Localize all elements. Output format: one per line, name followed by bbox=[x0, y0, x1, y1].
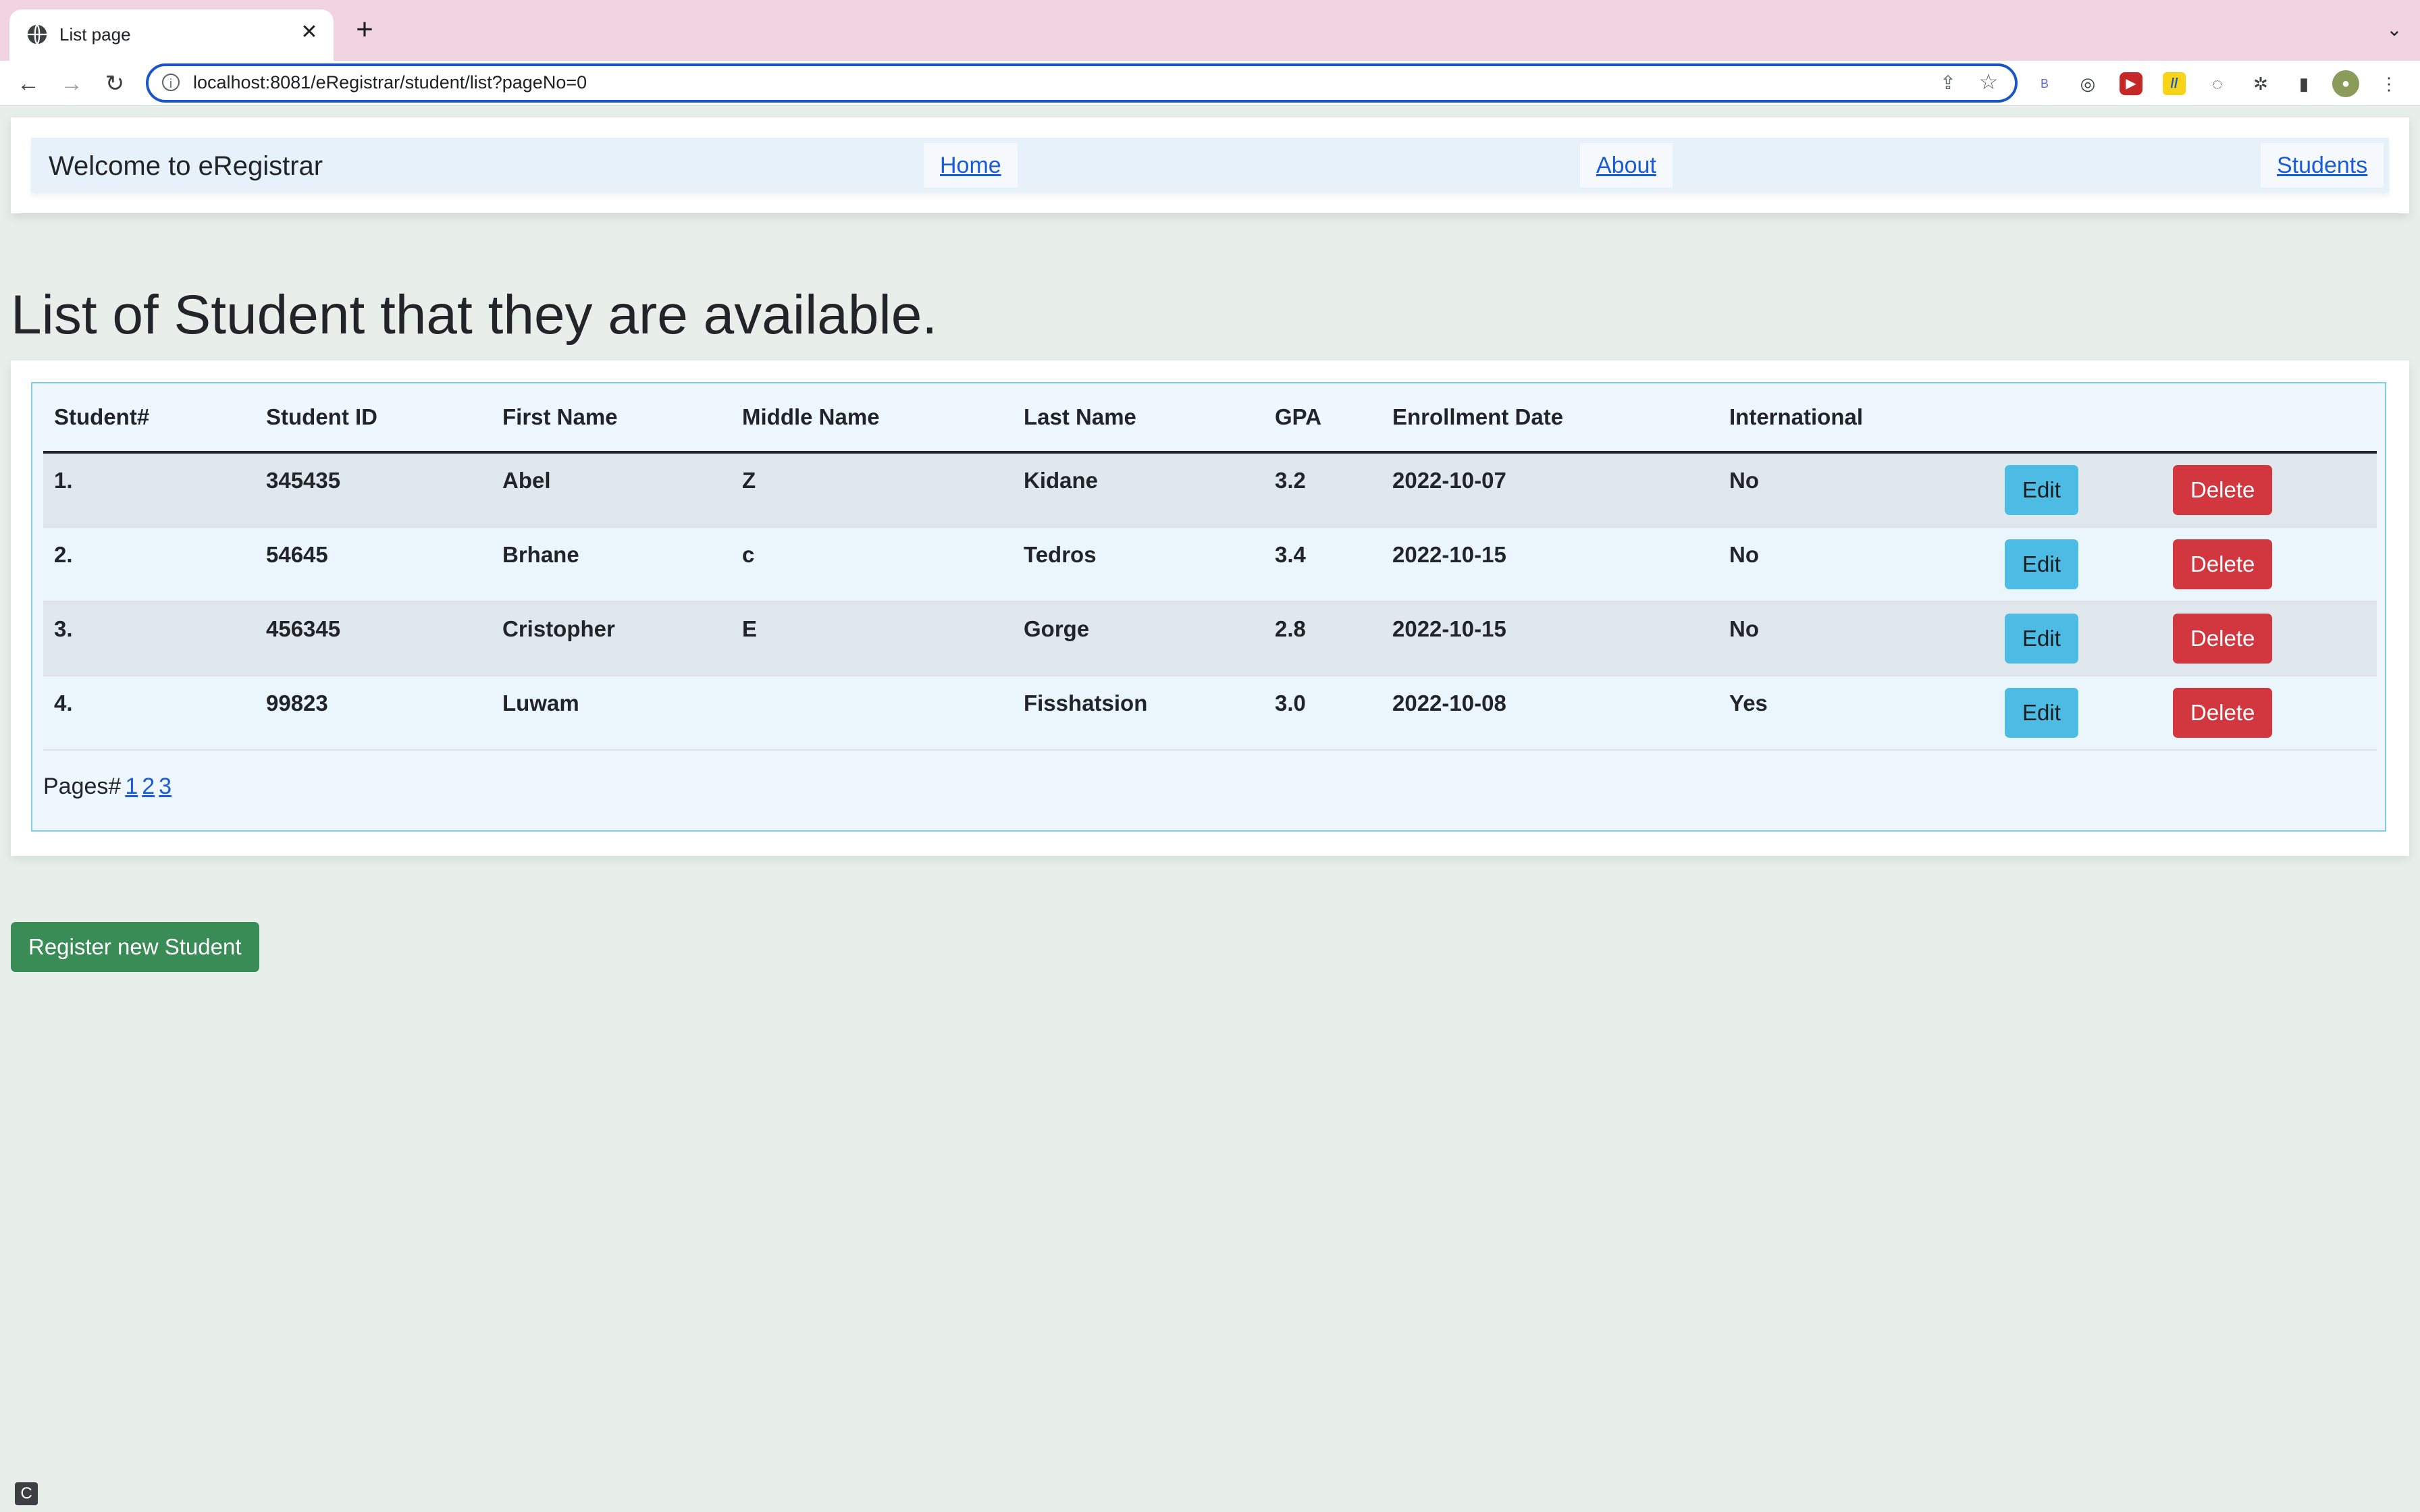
column-header-last-name: Last Name bbox=[1013, 383, 1264, 454]
forward-arrow-icon[interactable]: → bbox=[57, 69, 86, 99]
column-header-international: International bbox=[1718, 383, 1994, 454]
back-arrow-icon[interactable]: ← bbox=[14, 69, 43, 99]
address-bar[interactable]: i localhost:8081/eRegistrar/student/list… bbox=[146, 63, 2018, 103]
puzzle-icon[interactable]: ✲ bbox=[2247, 70, 2274, 97]
edit-button[interactable]: Edit bbox=[2005, 614, 2078, 664]
browser-toolbar: ← → ↻ i localhost:8081/eRegistrar/studen… bbox=[0, 61, 2420, 106]
sidebar-icon[interactable]: ▮ bbox=[2290, 70, 2317, 97]
table-header-row: Student# Student ID First Name Middle Na… bbox=[43, 383, 2377, 454]
nav-link-students[interactable]: Students bbox=[2261, 143, 2384, 188]
page-link-2[interactable]: 2 bbox=[142, 774, 155, 799]
nav-card: Welcome to eRegistrar Home About Student… bbox=[11, 117, 2409, 213]
column-header-delete bbox=[2162, 383, 2377, 454]
page-title: List of Student that they are available. bbox=[11, 284, 938, 346]
cell-middle-name: E bbox=[742, 616, 758, 641]
cell-last-name: Fisshatsion bbox=[1024, 691, 1148, 716]
cell-enrollment-date: 2022-10-08 bbox=[1392, 691, 1506, 716]
delete-button[interactable]: Delete bbox=[2173, 688, 2273, 738]
profile-avatar[interactable]: ● bbox=[2332, 70, 2359, 97]
edit-button[interactable]: Edit bbox=[2005, 539, 2078, 589]
cell-middle-name: Z bbox=[742, 468, 756, 493]
edit-button[interactable]: Edit bbox=[2005, 465, 2078, 515]
cell-student-id: 456345 bbox=[266, 616, 341, 641]
extension-play-icon[interactable]: ▶ bbox=[2120, 72, 2142, 95]
cell-gpa: 3.2 bbox=[1275, 468, 1306, 493]
column-header-middle-name: Middle Name bbox=[731, 383, 1013, 454]
browser-tab[interactable]: List page ✕ bbox=[9, 9, 334, 61]
cell-student-num: 4. bbox=[54, 691, 73, 716]
close-tab-icon[interactable]: ✕ bbox=[296, 19, 323, 46]
cell-enrollment-date: 2022-10-07 bbox=[1392, 468, 1506, 493]
nav-link-home[interactable]: Home bbox=[924, 143, 1018, 188]
edit-button[interactable]: Edit bbox=[2005, 688, 2078, 738]
cell-student-id: 99823 bbox=[266, 691, 328, 716]
share-icon[interactable]: ⇪ bbox=[1937, 72, 1959, 94]
cell-gpa: 2.8 bbox=[1275, 616, 1306, 641]
cell-middle-name: c bbox=[742, 542, 755, 567]
students-table: Student# Student ID First Name Middle Na… bbox=[43, 383, 2377, 751]
cell-last-name: Tedros bbox=[1024, 542, 1097, 567]
cell-first-name: Brhane bbox=[502, 542, 579, 567]
cell-student-id: 54645 bbox=[266, 542, 328, 567]
cell-enrollment-date: 2022-10-15 bbox=[1392, 616, 1506, 641]
table-card: Student# Student ID First Name Middle Na… bbox=[11, 360, 2409, 856]
star-icon[interactable]: ☆ bbox=[1977, 70, 2000, 93]
delete-button[interactable]: Delete bbox=[2173, 539, 2273, 589]
cell-gpa: 3.4 bbox=[1275, 542, 1306, 567]
column-header-first-name: First Name bbox=[492, 383, 731, 454]
cell-international: No bbox=[1729, 616, 1759, 641]
pagination: Pages# 1 2 3 bbox=[43, 774, 172, 800]
cell-first-name: Luwam bbox=[502, 691, 579, 716]
extension-corner-icon[interactable]: C bbox=[15, 1482, 38, 1505]
chevron-down-icon[interactable]: ⌄ bbox=[2381, 16, 2408, 43]
tab-title: List page bbox=[59, 24, 131, 45]
brand-title: Welcome to eRegistrar bbox=[49, 151, 323, 181]
column-header-enrollment-date: Enrollment Date bbox=[1382, 383, 1718, 454]
column-header-student-num: Student# bbox=[43, 383, 255, 454]
cell-gpa: 3.0 bbox=[1275, 691, 1306, 716]
table-row: 4. 99823 Luwam Fisshatsion 3.0 2022-10-0… bbox=[43, 676, 2377, 751]
cell-student-num: 1. bbox=[54, 468, 73, 493]
cell-student-id: 345435 bbox=[266, 468, 341, 493]
cell-international: No bbox=[1729, 542, 1759, 567]
extension-circle-icon[interactable]: ◎ bbox=[2074, 70, 2101, 97]
table-row: 2. 54645 Brhane c Tedros 3.4 2022-10-15 … bbox=[43, 527, 2377, 602]
extension-sync-icon[interactable]: ◌ bbox=[2204, 70, 2231, 97]
pagination-label: Pages# bbox=[43, 774, 122, 799]
extension-b-icon[interactable]: B bbox=[2031, 70, 2058, 97]
menu-dots-icon[interactable]: ⋮ bbox=[2375, 70, 2402, 97]
new-tab-icon[interactable]: + bbox=[350, 15, 379, 46]
cell-international: Yes bbox=[1729, 691, 1768, 716]
page-link-1[interactable]: 1 bbox=[125, 774, 138, 799]
site-navbar: Welcome to eRegistrar Home About Student… bbox=[31, 138, 2389, 193]
cell-last-name: Gorge bbox=[1024, 616, 1090, 641]
nav-link-about[interactable]: About bbox=[1580, 143, 1673, 188]
delete-button[interactable]: Delete bbox=[2173, 465, 2273, 515]
cell-student-num: 3. bbox=[54, 616, 73, 641]
table-row: 1. 345435 Abel Z Kidane 3.2 2022-10-07 N… bbox=[43, 452, 2377, 528]
cell-student-num: 2. bbox=[54, 542, 73, 567]
delete-button[interactable]: Delete bbox=[2173, 614, 2273, 664]
table-row: 3. 456345 Cristopher E Gorge 2.8 2022-10… bbox=[43, 601, 2377, 676]
column-header-edit bbox=[1994, 383, 2162, 454]
globe-icon bbox=[27, 24, 47, 45]
cell-first-name: Cristopher bbox=[502, 616, 615, 641]
cell-international: No bbox=[1729, 468, 1759, 493]
column-header-gpa: GPA bbox=[1264, 383, 1382, 454]
cell-last-name: Kidane bbox=[1024, 468, 1099, 493]
register-new-student-button[interactable]: Register new Student bbox=[11, 922, 259, 972]
extension-note-icon[interactable]: // bbox=[2163, 72, 2186, 95]
url-text[interactable]: localhost:8081/eRegistrar/student/list?p… bbox=[193, 72, 587, 93]
cell-first-name: Abel bbox=[502, 468, 551, 493]
table-container: Student# Student ID First Name Middle Na… bbox=[31, 382, 2386, 832]
cell-enrollment-date: 2022-10-15 bbox=[1392, 542, 1506, 567]
column-header-student-id: Student ID bbox=[255, 383, 492, 454]
info-icon[interactable]: i bbox=[162, 74, 180, 91]
browser-tab-bar: List page ✕ + ⌄ bbox=[0, 0, 2420, 61]
page-link-3[interactable]: 3 bbox=[159, 774, 172, 799]
reload-icon[interactable]: ↻ bbox=[100, 69, 130, 99]
